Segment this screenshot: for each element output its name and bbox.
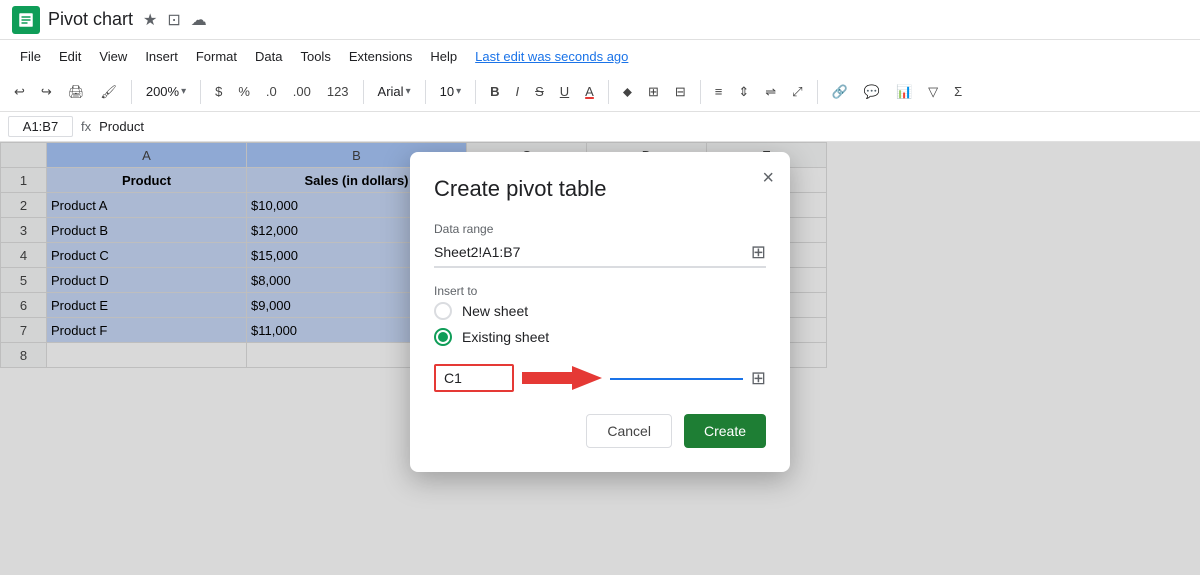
data-range-row: ⊞ <box>434 240 766 268</box>
new-sheet-label: New sheet <box>462 303 528 319</box>
sum-button[interactable]: Σ <box>948 80 968 103</box>
dialog-title: Create pivot table <box>434 176 766 202</box>
existing-sheet-radio[interactable]: Existing sheet <box>434 328 766 346</box>
main-area: A B C D E 1ProductSales (in dollars)2Pro… <box>0 142 1200 575</box>
font-value: Arial <box>378 84 404 99</box>
font-dropdown[interactable]: Arial ▾ <box>372 82 417 101</box>
toolbar-separator-4 <box>425 80 426 104</box>
drive-icon[interactable]: ⊡ <box>167 10 180 30</box>
menu-view[interactable]: View <box>91 45 135 68</box>
menu-extensions[interactable]: Extensions <box>341 45 421 68</box>
currency-button[interactable]: $ <box>209 80 228 103</box>
bold-button[interactable]: B <box>484 80 505 103</box>
toolbar-separator-8 <box>817 80 818 104</box>
data-range-input[interactable] <box>434 240 751 264</box>
menu-format[interactable]: Format <box>188 45 245 68</box>
decimal1-button[interactable]: .0 <box>260 80 283 103</box>
text-color-button[interactable]: A <box>579 80 600 103</box>
toolbar: ↩ ↪ 🖨 🖌 200% ▾ $ % .0 .00 123 Arial ▾ 10… <box>0 72 1200 112</box>
merge-button[interactable]: ⊟ <box>669 80 692 104</box>
toolbar-separator-3 <box>363 80 364 104</box>
red-arrow-icon <box>522 362 602 394</box>
app-icon <box>12 6 40 34</box>
location-grid-icon[interactable]: ⊞ <box>751 368 766 389</box>
fill-color-button[interactable]: ⬥ <box>617 80 638 104</box>
menu-tools[interactable]: Tools <box>292 45 338 68</box>
fontsize-value: 10 <box>440 84 454 99</box>
menu-file[interactable]: File <box>12 45 49 68</box>
menu-data[interactable]: Data <box>247 45 290 68</box>
last-edit-status: Last edit was seconds ago <box>475 49 628 64</box>
filter-button[interactable]: ▽ <box>922 80 944 104</box>
print-button[interactable]: 🖨 <box>62 80 91 104</box>
data-range-grid-icon[interactable]: ⊞ <box>751 242 766 263</box>
text-rotate-button[interactable]: ⤢ <box>786 80 808 104</box>
fontsize-dropdown[interactable]: 10 ▾ <box>434 82 468 101</box>
toolbar-separator-6 <box>608 80 609 104</box>
create-pivot-dialog: Create pivot table × Data range ⊞ Insert… <box>410 152 790 472</box>
strikethrough-button[interactable]: S <box>529 80 550 103</box>
paint-format-button[interactable]: 🖌 <box>94 80 123 104</box>
undo-button[interactable]: ↩ <box>8 80 31 104</box>
cancel-button[interactable]: Cancel <box>586 414 672 448</box>
font-dropdown-arrow: ▾ <box>406 86 411 97</box>
dialog-close-button[interactable]: × <box>762 168 774 188</box>
menu-edit[interactable]: Edit <box>51 45 89 68</box>
align-h-button[interactable]: ≡ <box>709 80 729 103</box>
formula-bar: fx Product <box>0 112 1200 142</box>
existing-sheet-label: Existing sheet <box>462 329 549 345</box>
location-underline <box>610 378 743 380</box>
menu-help[interactable]: Help <box>422 45 465 68</box>
zoom-value: 200% <box>146 84 179 99</box>
italic-button[interactable]: I <box>509 80 525 103</box>
link-button[interactable]: 🔗 <box>826 80 854 104</box>
toolbar-separator-2 <box>200 80 201 104</box>
percent-button[interactable]: % <box>232 80 256 103</box>
format123-button[interactable]: 123 <box>321 80 355 103</box>
existing-sheet-radio-circle <box>434 328 452 346</box>
create-button[interactable]: Create <box>684 414 766 448</box>
zoom-dropdown-arrow: ▾ <box>181 86 186 97</box>
data-range-label: Data range <box>434 222 766 236</box>
cloud-icon[interactable]: ☁ <box>191 10 207 30</box>
formula-content: Product <box>99 119 1192 134</box>
new-sheet-radio[interactable]: New sheet <box>434 302 766 320</box>
title-bar: Pivot chart ★ ⊡ ☁ <box>0 0 1200 40</box>
borders-button[interactable]: ⊞ <box>642 80 665 104</box>
fontsize-dropdown-arrow: ▾ <box>456 86 461 97</box>
underline-button[interactable]: U <box>554 80 575 103</box>
redo-button[interactable]: ↪ <box>35 80 58 104</box>
star-icon[interactable]: ★ <box>143 10 157 30</box>
document-title: Pivot chart <box>48 9 133 30</box>
menu-insert[interactable]: Insert <box>137 45 186 68</box>
toolbar-separator-7 <box>700 80 701 104</box>
dialog-buttons: Cancel Create <box>434 414 766 448</box>
text-wrap-button[interactable]: ⇌ <box>759 80 782 104</box>
location-input[interactable] <box>434 364 514 392</box>
dialog-overlay: Create pivot table × Data range ⊞ Insert… <box>0 142 1200 575</box>
zoom-dropdown[interactable]: 200% ▾ <box>140 82 192 101</box>
toolbar-separator-5 <box>475 80 476 104</box>
menu-bar: File Edit View Insert Format Data Tools … <box>0 40 1200 72</box>
insert-to-radio-group: New sheet Existing sheet <box>434 302 766 346</box>
toolbar-separator-1 <box>131 80 132 104</box>
comment-button[interactable]: 💬 <box>858 80 886 104</box>
insert-to-label: Insert to <box>434 284 766 298</box>
cell-reference[interactable] <box>8 116 73 137</box>
new-sheet-radio-circle <box>434 302 452 320</box>
location-input-row: ⊞ <box>434 362 766 394</box>
chart-button[interactable]: 📊 <box>890 80 918 104</box>
fx-icon: fx <box>81 119 91 134</box>
align-v-button[interactable]: ⇕ <box>732 80 755 104</box>
decimal2-button[interactable]: .00 <box>287 80 317 103</box>
